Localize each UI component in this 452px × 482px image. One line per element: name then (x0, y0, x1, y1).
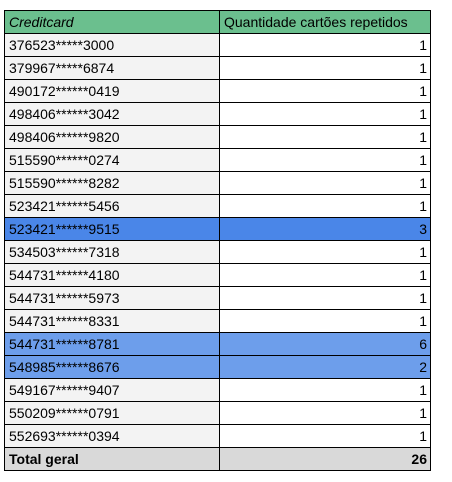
table-row: 549167******9407 1 (4, 378, 431, 402)
header-quantity[interactable]: Quantidade cartões repetidos (219, 10, 431, 34)
cell-count[interactable]: 1 (219, 148, 431, 172)
cell-creditcard[interactable]: 379967*****6874 (4, 56, 220, 80)
header-row: Creditcard Quantidade cartões repetidos (4, 10, 431, 34)
total-label[interactable]: Total geral (4, 447, 220, 471)
cell-creditcard[interactable]: 549167******9407 (4, 378, 220, 402)
cell-count[interactable]: 1 (219, 263, 431, 287)
cell-creditcard[interactable]: 544731******8331 (4, 309, 220, 333)
total-value[interactable]: 26 (219, 447, 431, 471)
cell-count[interactable]: 1 (219, 194, 431, 218)
table-row: 379967*****6874 1 (4, 56, 431, 80)
cell-count[interactable]: 1 (219, 33, 431, 57)
cell-count[interactable]: 1 (219, 378, 431, 402)
pivot-table: Creditcard Quantidade cartões repetidos … (4, 10, 431, 471)
table-row: 523421******5456 1 (4, 194, 431, 218)
cell-count[interactable]: 3 (219, 217, 431, 241)
table-row: 498406******9820 1 (4, 125, 431, 149)
cell-creditcard[interactable]: 498406******9820 (4, 125, 220, 149)
cell-count[interactable]: 1 (219, 240, 431, 264)
cell-count[interactable]: 6 (219, 332, 431, 356)
cell-count[interactable]: 1 (219, 79, 431, 103)
cell-count[interactable]: 1 (219, 171, 431, 195)
table-row: 552693******0394 1 (4, 424, 431, 448)
table-row: 498406******3042 1 (4, 102, 431, 126)
cell-creditcard[interactable]: 544731******5973 (4, 286, 220, 310)
cell-creditcard[interactable]: 376523*****3000 (4, 33, 220, 57)
table-row: 523421******9515 3 (4, 217, 431, 241)
cell-creditcard[interactable]: 490172******0419 (4, 79, 220, 103)
cell-creditcard[interactable]: 534503******7318 (4, 240, 220, 264)
table-row: 376523*****3000 1 (4, 33, 431, 57)
cell-count[interactable]: 1 (219, 424, 431, 448)
cell-count[interactable]: 1 (219, 56, 431, 80)
cell-creditcard[interactable]: 550209******0791 (4, 401, 220, 425)
table-row: 550209******0791 1 (4, 401, 431, 425)
table-row: 544731******5973 1 (4, 286, 431, 310)
header-creditcard[interactable]: Creditcard (4, 10, 220, 34)
table-row: 548985******8676 2 (4, 355, 431, 379)
cell-creditcard[interactable]: 523421******5456 (4, 194, 220, 218)
table-row: 544731******8331 1 (4, 309, 431, 333)
cell-creditcard[interactable]: 544731******4180 (4, 263, 220, 287)
table-row: 515590******8282 1 (4, 171, 431, 195)
total-row: Total geral 26 (4, 447, 431, 471)
cell-creditcard[interactable]: 515590******0274 (4, 148, 220, 172)
cell-count[interactable]: 1 (219, 286, 431, 310)
cell-count[interactable]: 1 (219, 401, 431, 425)
cell-count[interactable]: 1 (219, 309, 431, 333)
table-row: 544731******4180 1 (4, 263, 431, 287)
cell-creditcard[interactable]: 548985******8676 (4, 355, 220, 379)
table-row: 534503******7318 1 (4, 240, 431, 264)
cell-count[interactable]: 2 (219, 355, 431, 379)
table-row: 544731******8781 6 (4, 332, 431, 356)
table-row: 515590******0274 1 (4, 148, 431, 172)
cell-count[interactable]: 1 (219, 125, 431, 149)
cell-creditcard[interactable]: 544731******8781 (4, 332, 220, 356)
cell-creditcard[interactable]: 552693******0394 (4, 424, 220, 448)
cell-creditcard[interactable]: 498406******3042 (4, 102, 220, 126)
table-row: 490172******0419 1 (4, 79, 431, 103)
table-body: 376523*****3000 1 379967*****6874 1 490172**… (4, 33, 431, 448)
cell-creditcard[interactable]: 523421******9515 (4, 217, 220, 241)
cell-count[interactable]: 1 (219, 102, 431, 126)
cell-creditcard[interactable]: 515590******8282 (4, 171, 220, 195)
